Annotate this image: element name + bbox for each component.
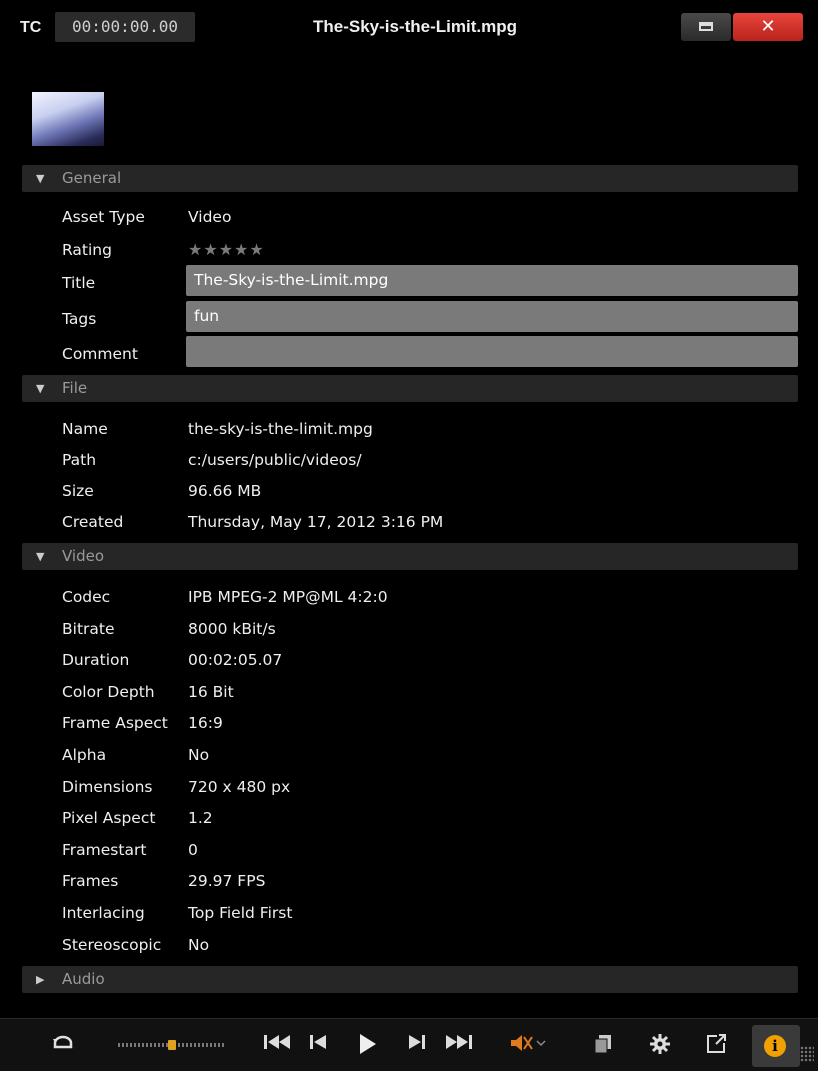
file-size-row: Size 96.66 MB <box>0 477 818 507</box>
property-label: Codec <box>62 588 111 606</box>
info-icon: i <box>764 1035 786 1057</box>
property-value: 16:9 <box>188 714 223 732</box>
property-value: 29.97 FPS <box>188 872 266 890</box>
file-size-value: 96.66 MB <box>188 482 262 500</box>
tags-field[interactable]: fun <box>186 301 798 332</box>
section-header-file[interactable]: ▼ File <box>22 375 798 402</box>
tags-label: Tags <box>62 310 97 328</box>
section-title: File <box>62 379 88 397</box>
comment-label: Comment <box>62 345 138 363</box>
collapse-triangle-icon: ▼ <box>36 172 45 185</box>
property-label: Interlacing <box>62 904 145 922</box>
collapse-triangle-icon: ▼ <box>36 382 45 395</box>
file-name-value: the-sky-is-the-limit.mpg <box>188 420 373 438</box>
external-preview-icon[interactable] <box>704 1033 728 1061</box>
previous-frame-icon[interactable] <box>306 1033 330 1057</box>
video-property-row: Duration 00:02:05.07 <box>0 646 818 676</box>
asset-type-label: Asset Type <box>62 208 145 226</box>
property-label: Stereoscopic <box>62 936 162 954</box>
property-label: Dimensions <box>62 778 153 796</box>
asset-type-value: Video <box>188 208 232 226</box>
property-value: 00:02:05.07 <box>188 651 283 669</box>
property-value: No <box>188 936 210 954</box>
property-label: Bitrate <box>62 620 115 638</box>
restore-icon <box>699 22 713 31</box>
property-label: Framestart <box>62 841 147 859</box>
transport-bar: i <box>0 1018 818 1071</box>
rating-stars[interactable]: ★★★★★ <box>188 240 265 259</box>
title-label: Title <box>62 274 96 292</box>
info-button[interactable]: i <box>752 1025 800 1067</box>
property-value: 0 <box>188 841 198 859</box>
mute-icon[interactable] <box>508 1033 548 1059</box>
restore-button[interactable] <box>681 13 731 41</box>
property-label: Duration <box>62 651 130 669</box>
section-title: General <box>62 169 122 187</box>
video-property-row: Bitrate 8000 kBit/s <box>0 615 818 645</box>
section-header-video[interactable]: ▼ Video <box>22 543 798 570</box>
title-field[interactable]: The-Sky-is-the-Limit.mpg <box>186 265 798 296</box>
section-title: Audio <box>62 970 105 988</box>
video-property-row: Stereoscopic No <box>0 931 818 961</box>
loop-icon[interactable] <box>50 1033 76 1059</box>
rating-label: Rating <box>62 241 112 259</box>
property-label: Alpha <box>62 746 107 764</box>
window-title: The-Sky-is-the-Limit.mpg <box>312 17 517 36</box>
property-value: 720 x 480 px <box>188 778 291 796</box>
video-property-row: Frames 29.97 FPS <box>0 867 818 897</box>
file-created-label: Created <box>62 513 124 531</box>
next-frame-icon[interactable] <box>405 1033 429 1057</box>
resize-grip[interactable] <box>800 1046 814 1062</box>
property-value: 1.2 <box>188 809 213 827</box>
play-icon[interactable] <box>354 1033 380 1061</box>
video-property-row: Alpha No <box>0 741 818 771</box>
video-property-row: Framestart 0 <box>0 836 818 866</box>
asset-type-row: Asset Type Video <box>0 203 818 233</box>
section-title: Video <box>62 547 105 565</box>
video-property-row: Dimensions 720 x 480 px <box>0 773 818 803</box>
video-property-row: Interlacing Top Field First <box>0 899 818 929</box>
video-property-row: Frame Aspect 16:9 <box>0 709 818 739</box>
collapse-triangle-icon: ▼ <box>36 550 45 563</box>
title-bar: TC 00:00:00.00 The-Sky-is-the-Limit.mpg … <box>0 0 818 56</box>
file-path-row: Path c:/users/public/videos/ <box>0 446 818 476</box>
expand-triangle-icon: ▶ <box>36 973 45 986</box>
video-thumbnail[interactable] <box>32 92 104 146</box>
video-property-row: Codec IPB MPEG-2 MP@ML 4:2:0 <box>0 583 818 613</box>
property-value: Top Field First <box>188 904 293 922</box>
property-value: No <box>188 746 210 764</box>
go-to-start-icon[interactable] <box>262 1033 292 1057</box>
shuttle-knob[interactable] <box>168 1040 176 1050</box>
file-path-label: Path <box>62 451 97 469</box>
property-value: 8000 kBit/s <box>188 620 276 638</box>
property-label: Frames <box>62 872 119 890</box>
settings-icon[interactable] <box>648 1033 672 1061</box>
property-label: Pixel Aspect <box>62 809 156 827</box>
property-value: 16 Bit <box>188 683 234 701</box>
file-name-row: Name the-sky-is-the-limit.mpg <box>0 415 818 445</box>
tags-field-value: fun <box>194 307 220 325</box>
file-created-value: Thursday, May 17, 2012 3:16 PM <box>188 513 444 531</box>
copy-icon[interactable] <box>592 1033 614 1061</box>
go-to-end-icon[interactable] <box>444 1033 474 1057</box>
title-field-value: The-Sky-is-the-Limit.mpg <box>194 271 389 289</box>
rating-row: Rating ★★★★★ <box>0 236 818 266</box>
section-header-audio[interactable]: ▶ Audio <box>22 966 798 993</box>
file-size-label: Size <box>62 482 94 500</box>
comment-field[interactable] <box>186 336 798 367</box>
property-label: Color Depth <box>62 683 155 701</box>
timecode-label: TC <box>20 19 42 36</box>
file-created-row: Created Thursday, May 17, 2012 3:16 PM <box>0 508 818 538</box>
file-path-value: c:/users/public/videos/ <box>188 451 362 469</box>
timecode-display[interactable]: 00:00:00.00 <box>55 12 195 42</box>
file-name-label: Name <box>62 420 108 438</box>
close-button[interactable]: ✕ <box>733 13 803 41</box>
video-property-row: Pixel Aspect 1.2 <box>0 804 818 834</box>
section-header-general[interactable]: ▼ General <box>22 165 798 192</box>
property-label: Frame Aspect <box>62 714 168 732</box>
video-property-row: Color Depth 16 Bit <box>0 678 818 708</box>
property-value: IPB MPEG-2 MP@ML 4:2:0 <box>188 588 388 606</box>
